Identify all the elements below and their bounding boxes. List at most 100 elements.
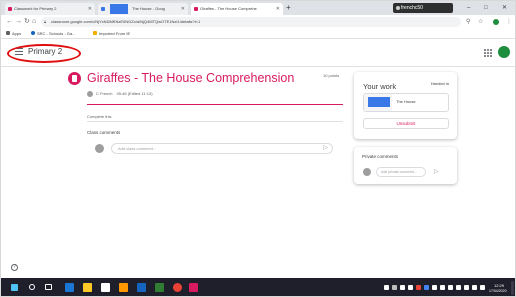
search-icon[interactable] [29, 284, 35, 290]
browser-tab-strip: Classwork for Primary 2 ✕ The House - Go… [1, 1, 515, 15]
tray-icon[interactable] [480, 285, 485, 290]
title-divider [87, 104, 343, 105]
close-window-icon[interactable]: ✕ [502, 2, 507, 14]
author-name: C French [96, 91, 113, 96]
attachment-the-house[interactable]: The House [363, 93, 449, 112]
task-view-icon[interactable] [45, 284, 52, 290]
store-icon[interactable] [101, 283, 110, 292]
apps-grid-icon [6, 31, 10, 35]
tab-label: Giraffes - The House Comprehe [200, 6, 257, 11]
bookmark-star-icon[interactable]: ☆ [478, 17, 483, 27]
tab-label: The House - Goog [132, 6, 165, 11]
bookmarks-bar: Apps SRC - Schools - Ga... Imported From… [1, 29, 515, 39]
tab-classwork[interactable]: Classwork for Primary 2 ✕ [5, 3, 95, 15]
tray-icon[interactable] [432, 285, 437, 290]
clock-time[interactable]: 12:29 [494, 283, 504, 288]
profile-icon [396, 6, 400, 10]
word-icon[interactable] [137, 283, 146, 292]
excel-icon[interactable] [155, 283, 164, 292]
your-work-card: Your work Handed in The House Unsubmit [354, 72, 457, 139]
tray-icon[interactable] [384, 285, 389, 290]
new-tab-icon[interactable]: + [286, 2, 291, 14]
src-favicon-icon [31, 31, 35, 35]
tray-icon[interactable] [392, 285, 397, 290]
tab-giraffes-assignment[interactable]: Giraffes - The House Comprehe ✕ [191, 3, 283, 15]
help-icon[interactable]: ? [11, 264, 18, 271]
windows-start-icon[interactable] [11, 284, 18, 291]
attachment-name: The House [396, 99, 416, 104]
your-work-title: Your work [363, 82, 397, 91]
private-comment-placeholder: Add private comment... [381, 170, 417, 174]
bookmark-label: Apps [12, 31, 22, 36]
browser-toolbar: ← → ↻ ⌂ 🔒︎ classroom.google.com/c/NjYxND… [1, 15, 515, 29]
lock-icon: 🔒︎ [44, 19, 47, 24]
private-comment-input[interactable]: Add private comment... [376, 167, 426, 177]
bookmark-imported-ie[interactable]: Imported From IE [93, 29, 130, 38]
address-bar[interactable]: 🔒︎ classroom.google.com/c/NjYxNDMKNzE0NG… [41, 17, 461, 27]
send-icon[interactable]: ▷ [323, 144, 328, 153]
forward-arrow-icon[interactable]: → [15, 16, 22, 28]
close-tab-icon[interactable]: ✕ [181, 3, 185, 15]
bookmark-src-schools[interactable]: SRC - Schools - Ga... [31, 29, 75, 38]
minimize-icon[interactable]: – [467, 2, 470, 14]
chrome-menu-icon[interactable]: ⋮ [506, 17, 512, 27]
firefox-icon[interactable] [119, 283, 128, 292]
redacted-block [110, 4, 128, 14]
reload-icon[interactable]: ↻ [24, 16, 30, 28]
class-comment-input[interactable]: Add class comment... ▷ [111, 143, 333, 154]
tray-icon[interactable] [416, 285, 421, 290]
file-explorer-icon[interactable] [83, 283, 92, 292]
classroom-favicon-icon [194, 7, 198, 11]
tray-icon[interactable] [456, 285, 461, 290]
commenter-avatar [95, 144, 104, 153]
browser-profile-badge[interactable]: frenchc50 [393, 3, 453, 13]
private-comments-card: Private comments Add private comment... … [354, 147, 457, 184]
private-send-icon[interactable]: ▷ [434, 167, 439, 177]
classroom-taskbar-icon[interactable] [189, 283, 198, 292]
tray-icon[interactable] [448, 285, 453, 290]
red-annotation-circle [7, 44, 81, 63]
folder-icon [93, 31, 97, 35]
post-date: 05:46 (Edited 11:13) [116, 91, 153, 96]
tray-icon[interactable] [408, 285, 413, 290]
user-avatar[interactable] [498, 46, 510, 58]
content-divider [87, 121, 343, 122]
edge-icon[interactable] [65, 283, 74, 292]
docs-favicon-icon [101, 7, 105, 11]
clock-date[interactable]: 17/04/2020 [489, 289, 507, 294]
zoom-icon[interactable]: ⚲ [466, 17, 470, 27]
tray-icon[interactable] [424, 285, 429, 290]
screen: Classwork for Primary 2 ✕ The House - Go… [0, 0, 516, 297]
author-line: C French 05:46 (Edited 11:13) [96, 91, 153, 97]
show-desktop-button[interactable] [511, 281, 514, 295]
assignment-icon [68, 72, 81, 85]
tab-the-house-docs[interactable]: The House - Goog ✕ [98, 3, 188, 15]
tab-label: Classwork for Primary 2 [14, 6, 57, 11]
chrome-taskbar-icon[interactable] [173, 283, 182, 292]
tray-icon[interactable] [464, 285, 469, 290]
private-comments-title: Private comments [362, 154, 399, 159]
tray-icon[interactable] [472, 285, 477, 290]
close-tab-icon[interactable]: ✕ [276, 3, 280, 15]
unsubmit-button[interactable]: Unsubmit [363, 118, 449, 129]
back-arrow-icon[interactable]: ← [6, 16, 13, 28]
close-tab-icon[interactable]: ✕ [88, 3, 92, 15]
handed-in-status: Handed in [430, 81, 449, 86]
tray-icon[interactable] [440, 285, 445, 290]
assignment-title: Giraffes - The House Comprehension [87, 71, 295, 85]
profile-name: frenchc50 [401, 5, 423, 11]
tray-icon[interactable] [400, 285, 405, 290]
bookmark-apps[interactable]: Apps [6, 29, 21, 38]
home-icon[interactable]: ⌂ [32, 16, 36, 28]
maximize-icon[interactable]: □ [484, 2, 488, 14]
class-comment-placeholder: Add class comment... [118, 146, 157, 151]
author-avatar [87, 91, 93, 97]
classroom-favicon-icon [8, 7, 12, 11]
class-comments-label: Class comments [87, 130, 121, 135]
chrome-account-avatar[interactable] [493, 19, 499, 25]
url-text: classroom.google.com/c/NjYxNDMKNzE0NGZx/… [51, 19, 201, 24]
bookmark-label: SRC - Schools - Ga... [37, 31, 76, 36]
redacted-block [368, 97, 390, 107]
google-apps-icon[interactable] [484, 49, 492, 57]
assignment-points: 10 points [323, 73, 340, 78]
